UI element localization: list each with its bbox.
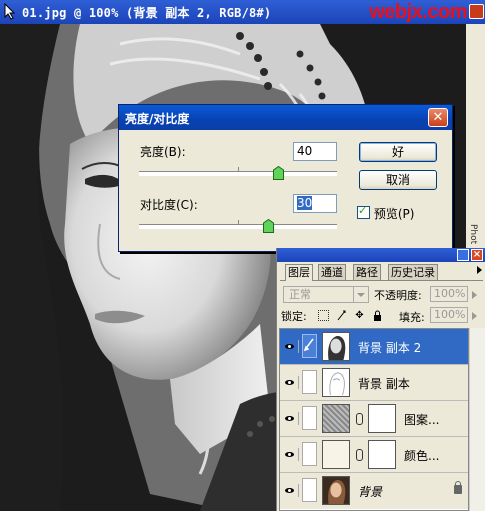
eye-icon[interactable] (282, 412, 299, 425)
contrast-slider[interactable] (139, 224, 337, 229)
preview-label: 预览(P) (373, 207, 415, 221)
layer-link-cell[interactable] (302, 442, 317, 466)
chain-link-icon[interactable] (356, 449, 363, 461)
fill-label: 填充: (399, 311, 425, 324)
pattern-fill-thumbnail (322, 404, 350, 433)
layer-thumbnail (322, 332, 350, 361)
brightness-slider-center-tick (238, 167, 239, 171)
lock-label: 锁定: (281, 310, 307, 323)
brightness-slider-thumb[interactable] (272, 166, 284, 180)
brightness-label: 亮度(B): (140, 145, 186, 159)
opacity-input[interactable]: 100% (430, 286, 468, 302)
lock-all-icon[interactable] (372, 310, 383, 321)
layer-name[interactable]: 背景 副本 2 (358, 339, 421, 356)
brightness-contrast-dialog: 亮度/对比度 ✕ 亮度(B): 40 对比度(C): 30 好 取消 预览(P) (118, 104, 453, 252)
contrast-slider-thumb[interactable] (262, 219, 274, 233)
layer-row-background[interactable]: 背景 (280, 473, 468, 509)
document-title: 01.jpg @ 100% (背景 副本 2, RGB/8#) (22, 6, 272, 20)
lock-position-icon[interactable]: ✥ (354, 310, 365, 321)
layer-mask-thumbnail[interactable] (368, 440, 396, 469)
palette-menu-arrow-icon[interactable] (477, 266, 482, 274)
layer-name[interactable]: 颜色... (404, 447, 439, 464)
layer-name[interactable]: 图案... (404, 411, 439, 428)
layer-thumbnail (322, 368, 350, 397)
palette-minimize-button[interactable] (457, 249, 469, 261)
layer-mask-thumbnail[interactable] (368, 404, 396, 433)
layers-palette-titlebar[interactable]: × (277, 248, 485, 262)
document-titlebar[interactable]: 01.jpg @ 100% (背景 副本 2, RGB/8#) webjx.co… (0, 0, 485, 24)
brush-icon (304, 338, 314, 351)
eye-icon[interactable] (282, 340, 299, 353)
layer-name[interactable]: 背景 (358, 483, 382, 500)
preview-checkbox[interactable] (357, 204, 370, 219)
contrast-slider-center-tick (238, 220, 239, 224)
cursor-arrow-icon (4, 3, 16, 20)
watermark-logo: webjx.com (369, 1, 467, 23)
tab-history[interactable]: 历史记录 (388, 264, 438, 280)
layer-name[interactable]: 背景 副本 (358, 375, 410, 392)
contrast-input[interactable]: 30 (293, 194, 337, 213)
layer-list-scrollbar[interactable] (469, 328, 485, 511)
layer-list: 背景 副本 2 背景 副本 图案... 颜色... 背景 (279, 328, 469, 511)
layer-row-background-copy-2[interactable]: 背景 副本 2 (280, 329, 468, 365)
color-fill-thumbnail (322, 440, 350, 469)
eye-icon[interactable] (282, 484, 299, 497)
cancel-button[interactable]: 取消 (359, 170, 437, 190)
chain-link-icon[interactable] (356, 413, 363, 425)
eye-icon[interactable] (282, 376, 299, 389)
chevron-down-icon (353, 287, 368, 302)
preview-option[interactable]: 预览(P) (357, 204, 415, 222)
layer-link-cell[interactable] (302, 478, 317, 502)
layer-row-color[interactable]: 颜色... (280, 437, 468, 473)
opacity-label: 不透明度: (374, 289, 422, 302)
contrast-label: 对比度(C): (140, 198, 198, 212)
layers-palette: × 图层 通道 路径 历史记录 正常 不透明度: 100% 锁定: ✥ 填充: … (276, 248, 485, 511)
side-panel-label: Phot (468, 224, 478, 245)
opacity-slider-arrow-icon[interactable] (472, 286, 478, 302)
lock-image-pixels-icon[interactable] (336, 310, 347, 321)
dialog-close-button[interactable]: ✕ (428, 108, 448, 127)
ok-button[interactable]: 好 (359, 142, 437, 162)
eye-icon[interactable] (282, 448, 299, 461)
tab-channels[interactable]: 通道 (318, 264, 346, 280)
tab-layers[interactable]: 图层 (285, 264, 313, 281)
document-close-button[interactable] (469, 4, 484, 19)
brightness-slider[interactable] (139, 171, 337, 176)
palette-close-button[interactable]: × (471, 249, 483, 261)
layer-link-cell[interactable] (302, 406, 317, 430)
lock-transparent-pixels-icon[interactable] (318, 310, 329, 321)
palette-tabs: 图层 通道 路径 历史记录 (280, 264, 483, 281)
fill-slider-arrow-icon[interactable] (472, 307, 478, 323)
dialog-titlebar[interactable]: 亮度/对比度 ✕ (119, 105, 452, 130)
layer-row-pattern[interactable]: 图案... (280, 401, 468, 437)
layer-link-cell[interactable] (302, 370, 317, 394)
fill-input[interactable]: 100% (430, 307, 468, 323)
layer-thumbnail (322, 476, 350, 505)
blend-mode-select[interactable]: 正常 (283, 286, 369, 303)
dialog-title: 亮度/对比度 (125, 112, 190, 126)
lock-icon (454, 481, 462, 494)
tab-paths[interactable]: 路径 (353, 264, 381, 280)
layer-row-background-copy[interactable]: 背景 副本 (280, 365, 468, 401)
brightness-input[interactable]: 40 (293, 142, 337, 161)
